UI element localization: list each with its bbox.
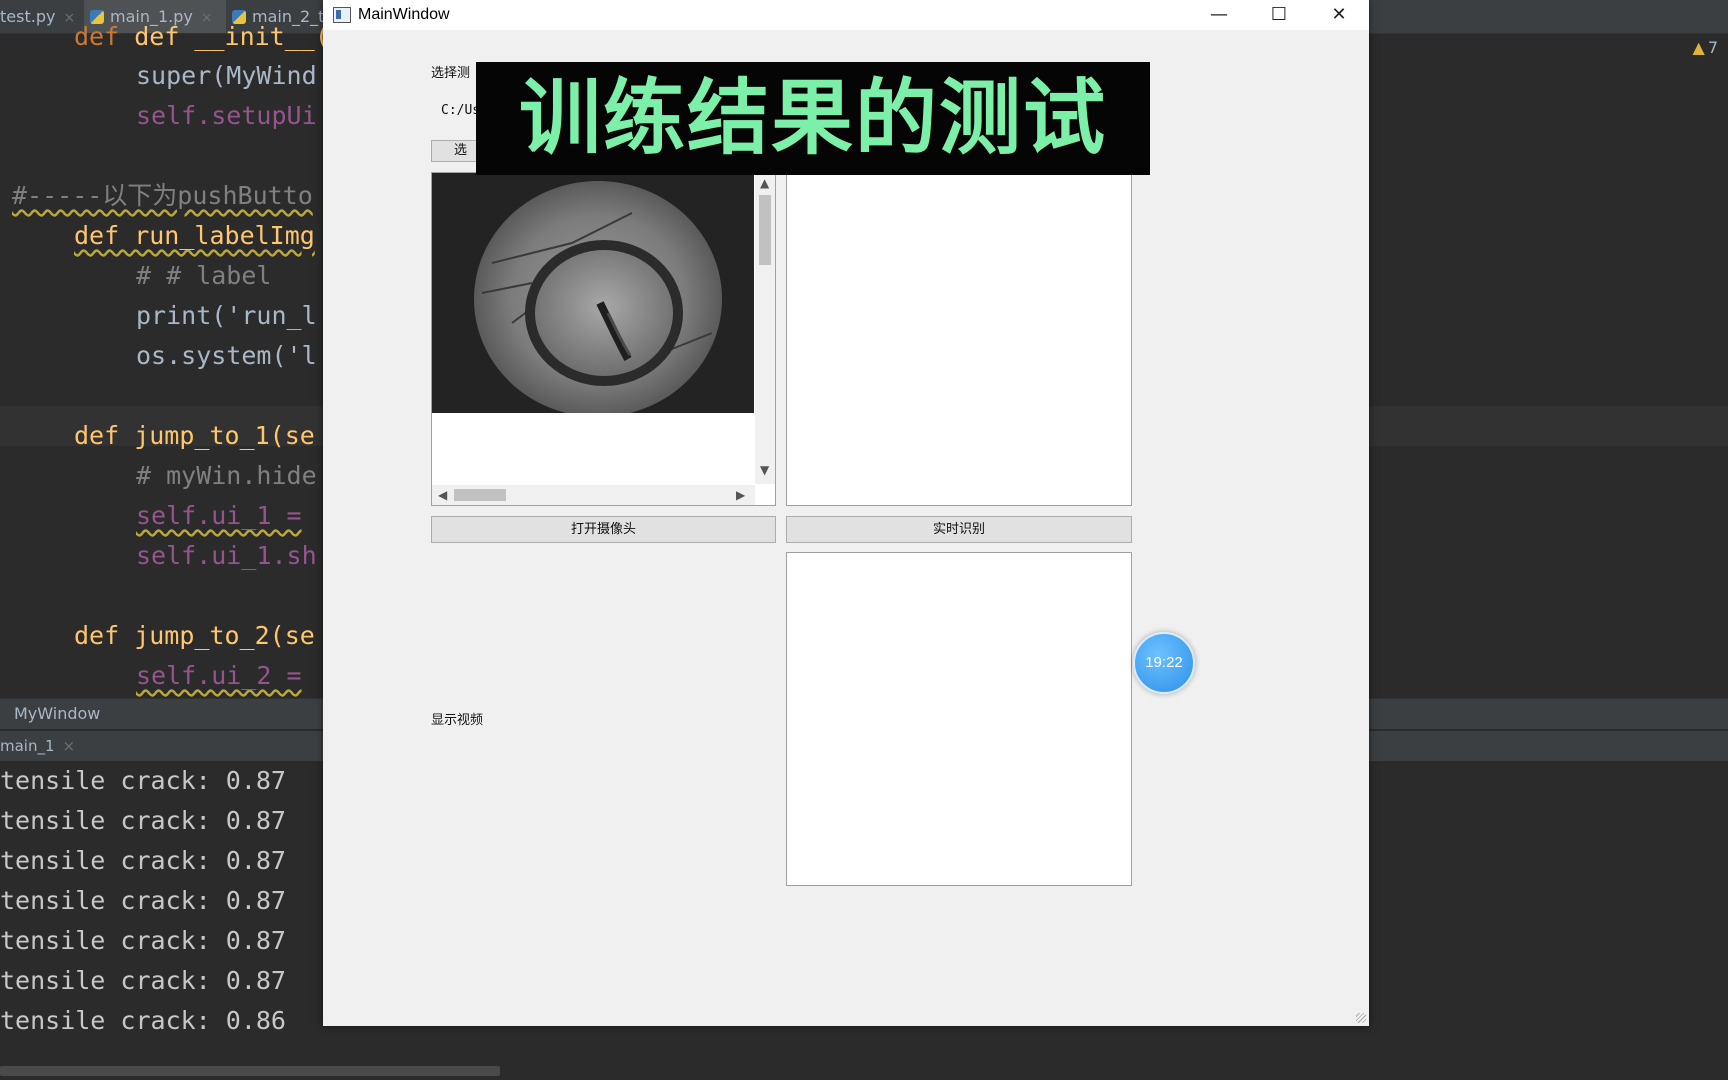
scroll-thumb[interactable] bbox=[759, 195, 771, 265]
scroll-up-icon[interactable]: ▲ bbox=[760, 176, 769, 190]
code-line: self.ui_1.sh bbox=[136, 541, 317, 570]
crack-specimen-image bbox=[432, 173, 754, 413]
window-title: MainWindow bbox=[358, 6, 450, 23]
code-line: def jump_to_1(se bbox=[74, 421, 315, 450]
code-line: print('run_l bbox=[136, 301, 317, 330]
close-button[interactable]: ✕ bbox=[1309, 0, 1369, 30]
tab-label: test.py bbox=[0, 7, 56, 26]
close-icon[interactable]: × bbox=[63, 737, 76, 755]
console-line: tensile crack: 0.87 bbox=[0, 846, 286, 875]
code-line: os.system('l bbox=[136, 341, 317, 370]
caption-text: 训练结果的测试 bbox=[518, 71, 1107, 166]
select-label: 选择测 bbox=[431, 66, 471, 81]
realtime-recognition-button[interactable]: 实时识别 bbox=[786, 516, 1132, 543]
console-line: tensile crack: 0.87 bbox=[0, 766, 286, 795]
test-image bbox=[432, 173, 754, 413]
maximize-button[interactable]: ☐ bbox=[1249, 0, 1309, 30]
video-output-panel bbox=[786, 552, 1132, 886]
code-line: self.ui_1 = bbox=[136, 501, 302, 530]
console-line: tensile crack: 0.87 bbox=[0, 886, 286, 915]
horizontal-scrollbar[interactable]: ◀ ▶ bbox=[432, 485, 755, 505]
result-display-panel bbox=[786, 172, 1132, 506]
code-line: super(MyWind bbox=[136, 61, 317, 90]
minimize-button[interactable]: — bbox=[1189, 0, 1249, 30]
console-horizontal-scrollbar[interactable] bbox=[0, 1066, 500, 1076]
select-file-button[interactable]: 选 bbox=[431, 140, 481, 162]
open-camera-button[interactable]: 打开摄像头 bbox=[431, 516, 776, 543]
file-path-text: C:/Us bbox=[441, 103, 481, 118]
scroll-thumb[interactable] bbox=[454, 489, 506, 501]
window-client-area: 选择测 C:/Us 选 ▲ ▼ ◀ ▶ 打开摄像头 实时识别 显示视频 bbox=[323, 30, 1369, 1026]
vertical-scrollbar[interactable]: ▲ ▼ bbox=[755, 173, 775, 484]
app-window-icon bbox=[333, 7, 351, 23]
resize-grip[interactable] bbox=[1356, 1013, 1366, 1023]
timer-badge[interactable]: 19:22 bbox=[1133, 632, 1195, 694]
video-caption-overlay: 训练结果的测试 bbox=[476, 62, 1150, 175]
scroll-right-icon[interactable]: ▶ bbox=[736, 488, 745, 502]
image-preview-panel[interactable]: ▲ ▼ ◀ ▶ bbox=[431, 172, 776, 506]
code-line: # # label bbox=[136, 261, 272, 290]
console-line: tensile crack: 0.87 bbox=[0, 806, 286, 835]
scroll-left-icon[interactable]: ◀ bbox=[438, 488, 447, 502]
scroll-down-icon[interactable]: ▼ bbox=[760, 463, 769, 477]
console-line: tensile crack: 0.86 bbox=[0, 1006, 286, 1035]
code-line: # myWin.hide bbox=[136, 461, 317, 490]
editor-tab-test[interactable]: test.py × bbox=[0, 0, 84, 33]
window-titlebar[interactable]: MainWindow — ☐ ✕ bbox=[323, 0, 1369, 30]
console-line: tensile crack: 0.87 bbox=[0, 926, 286, 955]
code-line: def run_labelImg bbox=[74, 221, 315, 250]
code-line: self.ui_2 = bbox=[136, 661, 302, 690]
code-line: def jump_to_2(se bbox=[74, 621, 315, 650]
console-line: tensile crack: 0.87 bbox=[0, 966, 286, 995]
code-line: self.setupUi bbox=[136, 101, 317, 130]
code-line: #-----以下为pushButto bbox=[12, 181, 313, 210]
video-label: 显示视频 bbox=[431, 713, 484, 728]
